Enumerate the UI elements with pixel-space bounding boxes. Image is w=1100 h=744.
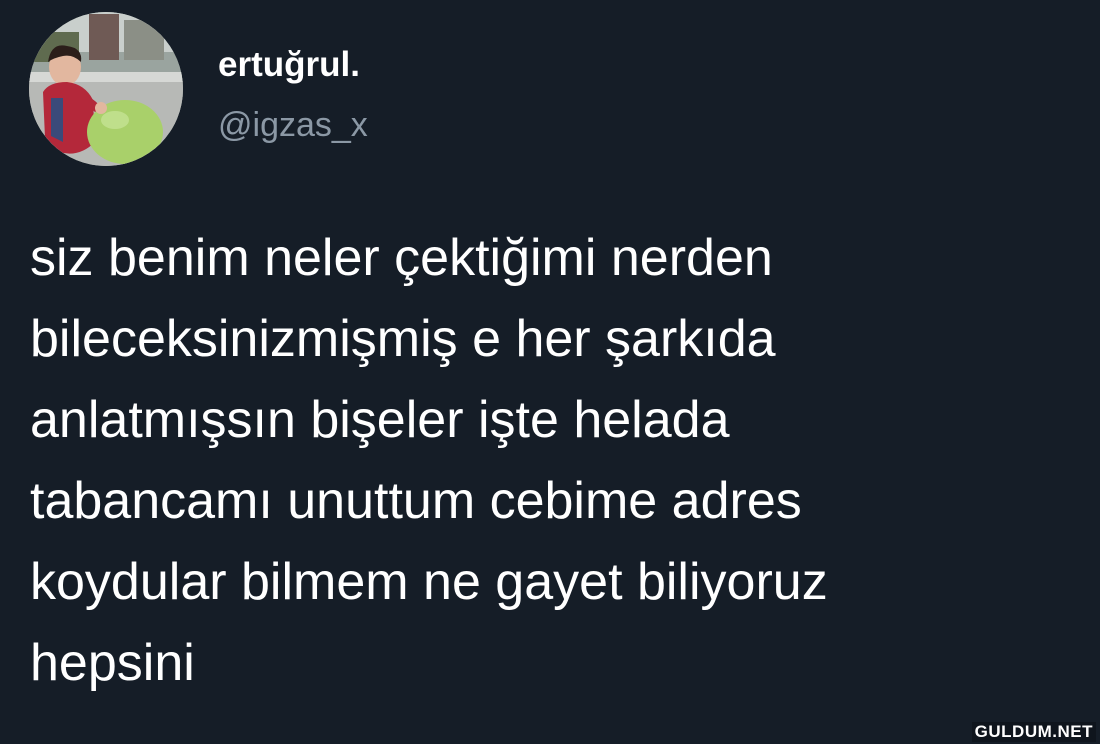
- tweet-text: siz benim neler çektiğimi nerden bilecek…: [30, 218, 1070, 704]
- tweet-text-line: koydular bilmem ne gayet biliyoruz: [30, 553, 828, 611]
- tweet-text-line: anlatmışsın bişeler işte helada: [30, 391, 730, 449]
- watermark: GULDUM.NET: [971, 722, 1096, 742]
- tweet-text-line: siz benim neler çektiğimi nerden: [30, 229, 773, 287]
- tweet-text-line: hepsini: [30, 634, 195, 692]
- avatar[interactable]: [29, 12, 183, 166]
- tweet-card: ertuğrul. @igzas_x siz benim neler çekti…: [0, 0, 1100, 744]
- display-name[interactable]: ertuğrul.: [218, 44, 360, 86]
- profile-photo-icon: [29, 12, 183, 166]
- tweet-text-line: tabancamı unuttum cebime adres: [30, 472, 802, 530]
- tweet-text-line: bileceksinizmişmiş e her şarkıda: [30, 310, 776, 368]
- user-handle[interactable]: @igzas_x: [218, 104, 368, 146]
